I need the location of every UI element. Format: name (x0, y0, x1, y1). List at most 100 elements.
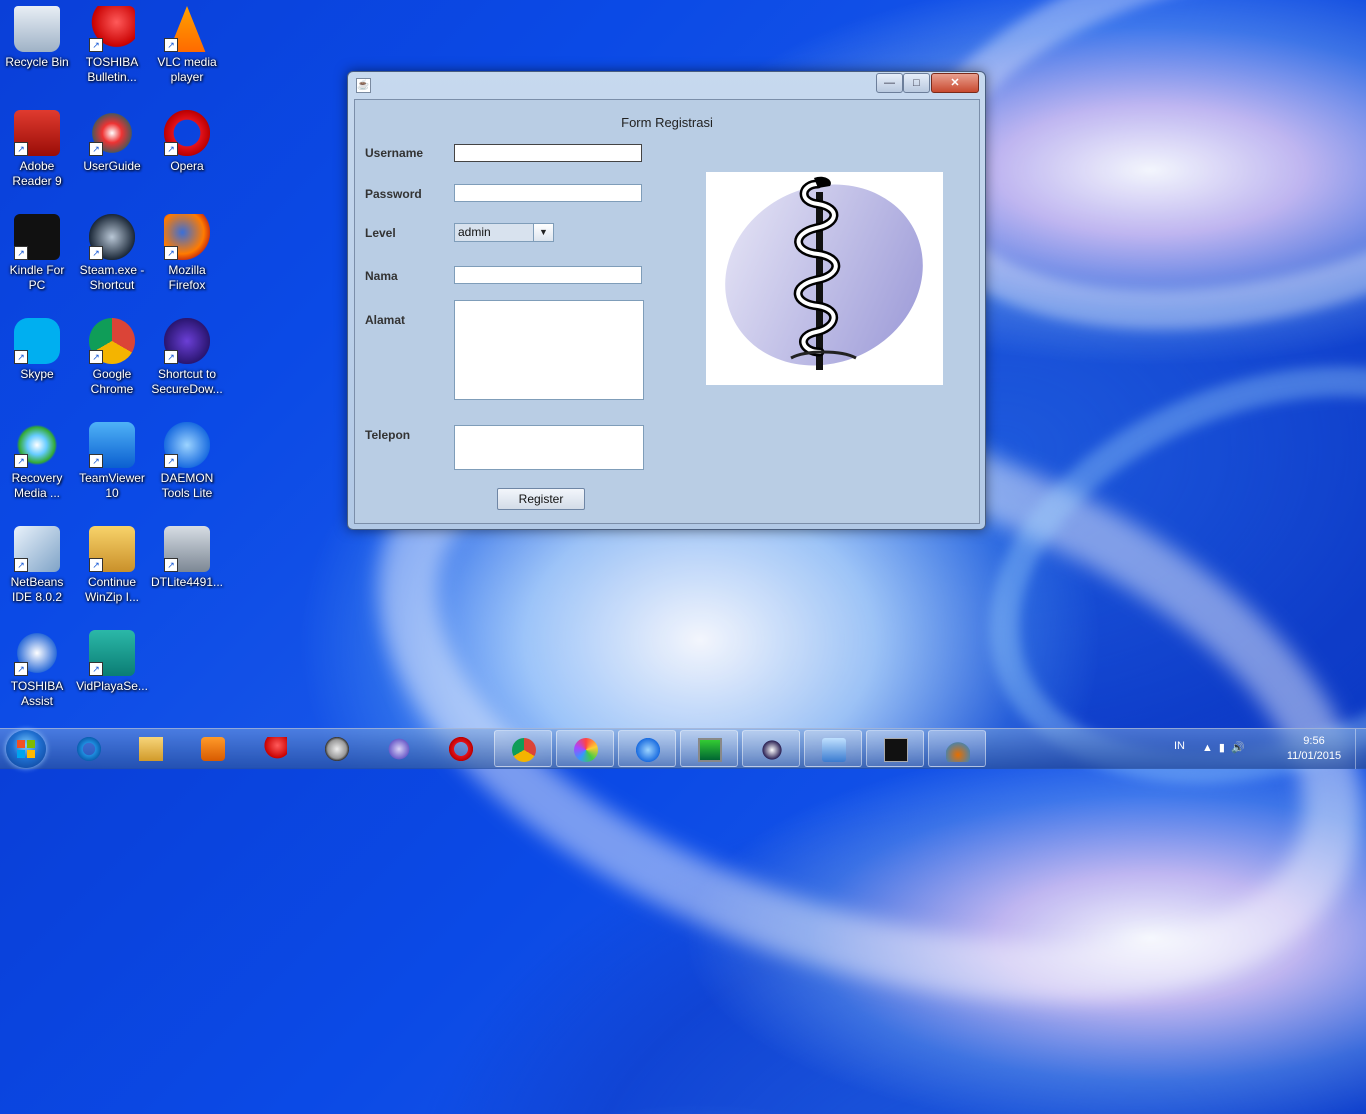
language-indicator[interactable]: IN (1174, 740, 1185, 752)
level-select[interactable]: admin ▼ (454, 223, 554, 242)
desktop-icon-label: Shortcut to SecureDow... (151, 367, 223, 396)
nama-label: Nama (365, 269, 398, 283)
taskbar-button[interactable] (370, 730, 428, 767)
taskbar-button[interactable] (866, 730, 924, 767)
title-bar[interactable]: ☕ — □ ✕ (348, 72, 985, 98)
desktop-icon[interactable]: ↗ Continue WinZip I... (75, 526, 149, 605)
desktop-icon[interactable]: ↗ VLC media player (150, 6, 224, 85)
telepon-textarea[interactable] (454, 425, 644, 470)
chevron-up-icon[interactable]: ▲ (1202, 742, 1219, 754)
desktop-icon[interactable]: ↗ UserGuide (75, 110, 149, 174)
level-label: Level (365, 226, 396, 240)
remote-desktop-icon (822, 738, 846, 762)
shortcut-arrow-icon: ↗ (14, 558, 28, 572)
rod-of-asclepius-icon (725, 176, 923, 370)
desktop-icon[interactable]: ↗ Steam.exe - Shortcut (75, 214, 149, 293)
desktop-icon[interactable]: ↗ Opera (150, 110, 224, 174)
shortcut-arrow-icon: ↗ (89, 454, 103, 468)
desktop-icon-label: Mozilla Firefox (168, 263, 206, 292)
shortcut-arrow-icon: ↗ (164, 142, 178, 156)
desktop-icon[interactable]: Recycle Bin (0, 6, 74, 70)
form-panel: Form Registrasi Username Password Level … (354, 99, 980, 524)
nama-input[interactable] (454, 266, 642, 284)
desktop-icon[interactable]: ↗ Kindle For PC (0, 214, 74, 293)
signal-icon[interactable]: ▮ (1219, 742, 1231, 754)
show-desktop-button[interactable] (1355, 729, 1366, 769)
form-title: Form Registrasi (621, 115, 713, 130)
taskbar-button[interactable] (308, 730, 366, 767)
shortcut-arrow-icon: ↗ (89, 246, 103, 260)
desktop-icon[interactable]: ↗ Adobe Reader 9 (0, 110, 74, 189)
password-label: Password (365, 187, 422, 201)
taskbar-button[interactable] (928, 730, 986, 767)
desktop-icon[interactable]: ↗ Mozilla Firefox (150, 214, 224, 293)
file-explorer-icon (139, 737, 163, 761)
alamat-textarea[interactable] (454, 300, 644, 400)
desktop-icon[interactable]: ↗ VidPlayaSe... (75, 630, 149, 694)
desktop-icon-label: Skype (20, 367, 54, 381)
taskbar-button[interactable] (556, 730, 614, 767)
eclipse-icon (760, 738, 784, 762)
shortcut-arrow-icon: ↗ (14, 246, 28, 260)
chrome-icon (512, 738, 536, 762)
desktop-icon[interactable]: ↗ Recovery Media ... (0, 422, 74, 501)
telepon-label: Telepon (365, 428, 411, 442)
shortcut-arrow-icon: ↗ (89, 662, 103, 676)
password-input[interactable] (454, 184, 642, 202)
desktop-icon-label: TeamViewer 10 (79, 471, 145, 500)
shortcut-arrow-icon: ↗ (89, 558, 103, 572)
java-cup-icon[interactable]: ☕ (356, 78, 371, 93)
desktop-icon-label: Kindle For PC (9, 263, 65, 292)
alamat-label: Alamat (365, 313, 406, 327)
media-player-icon (201, 737, 225, 761)
shortcut-arrow-icon: ↗ (89, 142, 103, 156)
desktop-icon-label: DAEMON Tools Lite (160, 471, 214, 500)
minimize-button[interactable]: — (876, 73, 903, 93)
taskbar-button[interactable] (246, 730, 304, 767)
shortcut-arrow-icon: ↗ (164, 454, 178, 468)
desktop-icon[interactable]: ↗ Shortcut to SecureDow... (150, 318, 224, 397)
clock-app-icon (325, 737, 349, 761)
desktop-icon-label: Recovery Media ... (11, 471, 63, 500)
maximize-button[interactable]: □ (903, 73, 930, 93)
desktop-icon-label: DTLite4491... (150, 575, 224, 589)
desktop-icon[interactable]: ↗ DAEMON Tools Lite (150, 422, 224, 501)
desktop-icon-label: TOSHIBA Bulletin... (85, 55, 139, 84)
windows-logo-icon (17, 740, 35, 758)
level-selected-value: admin (455, 224, 534, 241)
taskbar-button[interactable] (494, 730, 552, 767)
start-button[interactable] (6, 730, 46, 768)
taskbar-button[interactable] (680, 730, 738, 767)
system-tray[interactable]: ▲▮🔊 (1202, 741, 1251, 754)
speaker-icon[interactable]: 🔊 (1231, 742, 1251, 754)
taskbar-button[interactable] (122, 730, 180, 767)
rod-of-asclepius-image (706, 172, 943, 385)
desktop-icon-label: NetBeans IDE 8.0.2 (10, 575, 64, 604)
desktop-icon-label: Google Chrome (90, 367, 134, 396)
desktop-icon[interactable]: ↗ TOSHIBA Assist (0, 630, 74, 709)
chevron-down-icon[interactable]: ▼ (533, 224, 553, 241)
clock[interactable]: 9:56 11/01/2015 (1274, 734, 1354, 764)
register-button[interactable]: Register (497, 488, 585, 510)
username-input[interactable] (454, 144, 642, 162)
desktop-icon[interactable]: ↗ DTLite4491... (150, 526, 224, 590)
desktop-icon[interactable]: ↗ Skype (0, 318, 74, 382)
taskbar-button[interactable] (60, 730, 118, 767)
lightning-icon (636, 738, 660, 762)
desktop-icon-label: Recycle Bin (5, 55, 69, 69)
taskbar-button[interactable] (742, 730, 800, 767)
close-button[interactable]: ✕ (931, 73, 979, 93)
taskbar-button[interactable] (432, 730, 490, 767)
taskbar-button[interactable] (804, 730, 862, 767)
desktop-icon[interactable]: ↗ Google Chrome (75, 318, 149, 397)
taskbar-button[interactable] (184, 730, 242, 767)
java-icon (946, 738, 970, 762)
desktop-icon[interactable]: ↗ TOSHIBA Bulletin... (75, 6, 149, 85)
desktop-icon[interactable]: ↗ TeamViewer 10 (75, 422, 149, 501)
taskbar-button[interactable] (618, 730, 676, 767)
desktop-icon[interactable]: ↗ NetBeans IDE 8.0.2 (0, 526, 74, 605)
desktop-icon-label: Opera (170, 159, 204, 173)
desktop-icon-label: Adobe Reader 9 (12, 159, 62, 188)
desktop-icon-label: Continue WinZip I... (84, 575, 139, 604)
clock-time: 9:56 (1303, 735, 1325, 747)
